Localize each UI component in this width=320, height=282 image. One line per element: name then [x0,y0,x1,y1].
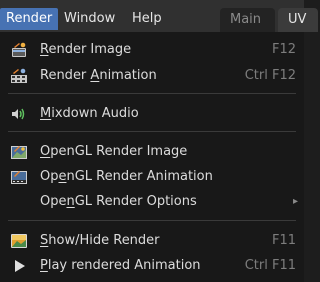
menu-render[interactable]: Render [0,8,59,30]
label-show-hide-render: Show/Hide Render [40,233,160,248]
shortcut-render-image: F12 [271,42,296,57]
menu-item-play-rendered-animation[interactable]: Play rendered Animation Ctrl F11 [0,254,304,278]
play-icon [15,260,25,272]
label-opengl-render-animation: OpenGL Render Animation [40,169,213,184]
label-render-image: Render Image [40,42,132,57]
opengl-still-icon [11,146,27,159]
menu-item-mixdown-audio[interactable]: Mixdown Audio [0,102,304,126]
shortcut-show-hide-render: F11 [271,233,296,248]
label-opengl-render-options: OpenGL Render Options [40,194,197,209]
menu-separator [8,131,296,132]
opengl-animation-icon [11,171,27,184]
label-mixdown-audio: Mixdown Audio [40,106,139,121]
workspace-tab-uv[interactable]: UV [278,8,318,32]
menu-item-show-hide-render[interactable]: Show/Hide Render F11 [0,229,304,253]
menu-separator [8,220,296,221]
render-animation-icon [11,68,27,83]
speaker-icon [12,108,25,120]
menu-window[interactable]: Window [58,8,121,30]
submenu-arrow-icon: ▸ [292,196,298,207]
menu-item-render-animation[interactable]: Render Animation Ctrl F12 [0,64,304,88]
menu-help[interactable]: Help [126,8,168,30]
shortcut-play-rendered-animation: Ctrl F11 [244,258,296,273]
menu-separator [8,93,296,94]
image-icon [11,234,27,248]
shortcut-render-animation: Ctrl F12 [244,68,296,83]
label-play-rendered-animation: Play rendered Animation [40,258,201,273]
render-dropdown-menu: Render Image F12 Render Animation Ctrl F… [0,32,304,282]
menu-item-opengl-render-animation[interactable]: OpenGL Render Animation [0,165,304,189]
menu-item-opengl-render-image[interactable]: OpenGL Render Image [0,140,304,164]
label-opengl-render-image: OpenGL Render Image [40,144,188,159]
menu-item-render-image[interactable]: Render Image F12 [0,38,304,62]
menu-item-opengl-render-options[interactable]: OpenGL Render Options ▸ [0,190,304,214]
workspace-tab-main[interactable]: Main [220,8,275,32]
label-render-animation: Render Animation [40,68,157,83]
render-still-icon [12,42,26,57]
top-menubar: Render Window Help Main UV [0,0,318,32]
